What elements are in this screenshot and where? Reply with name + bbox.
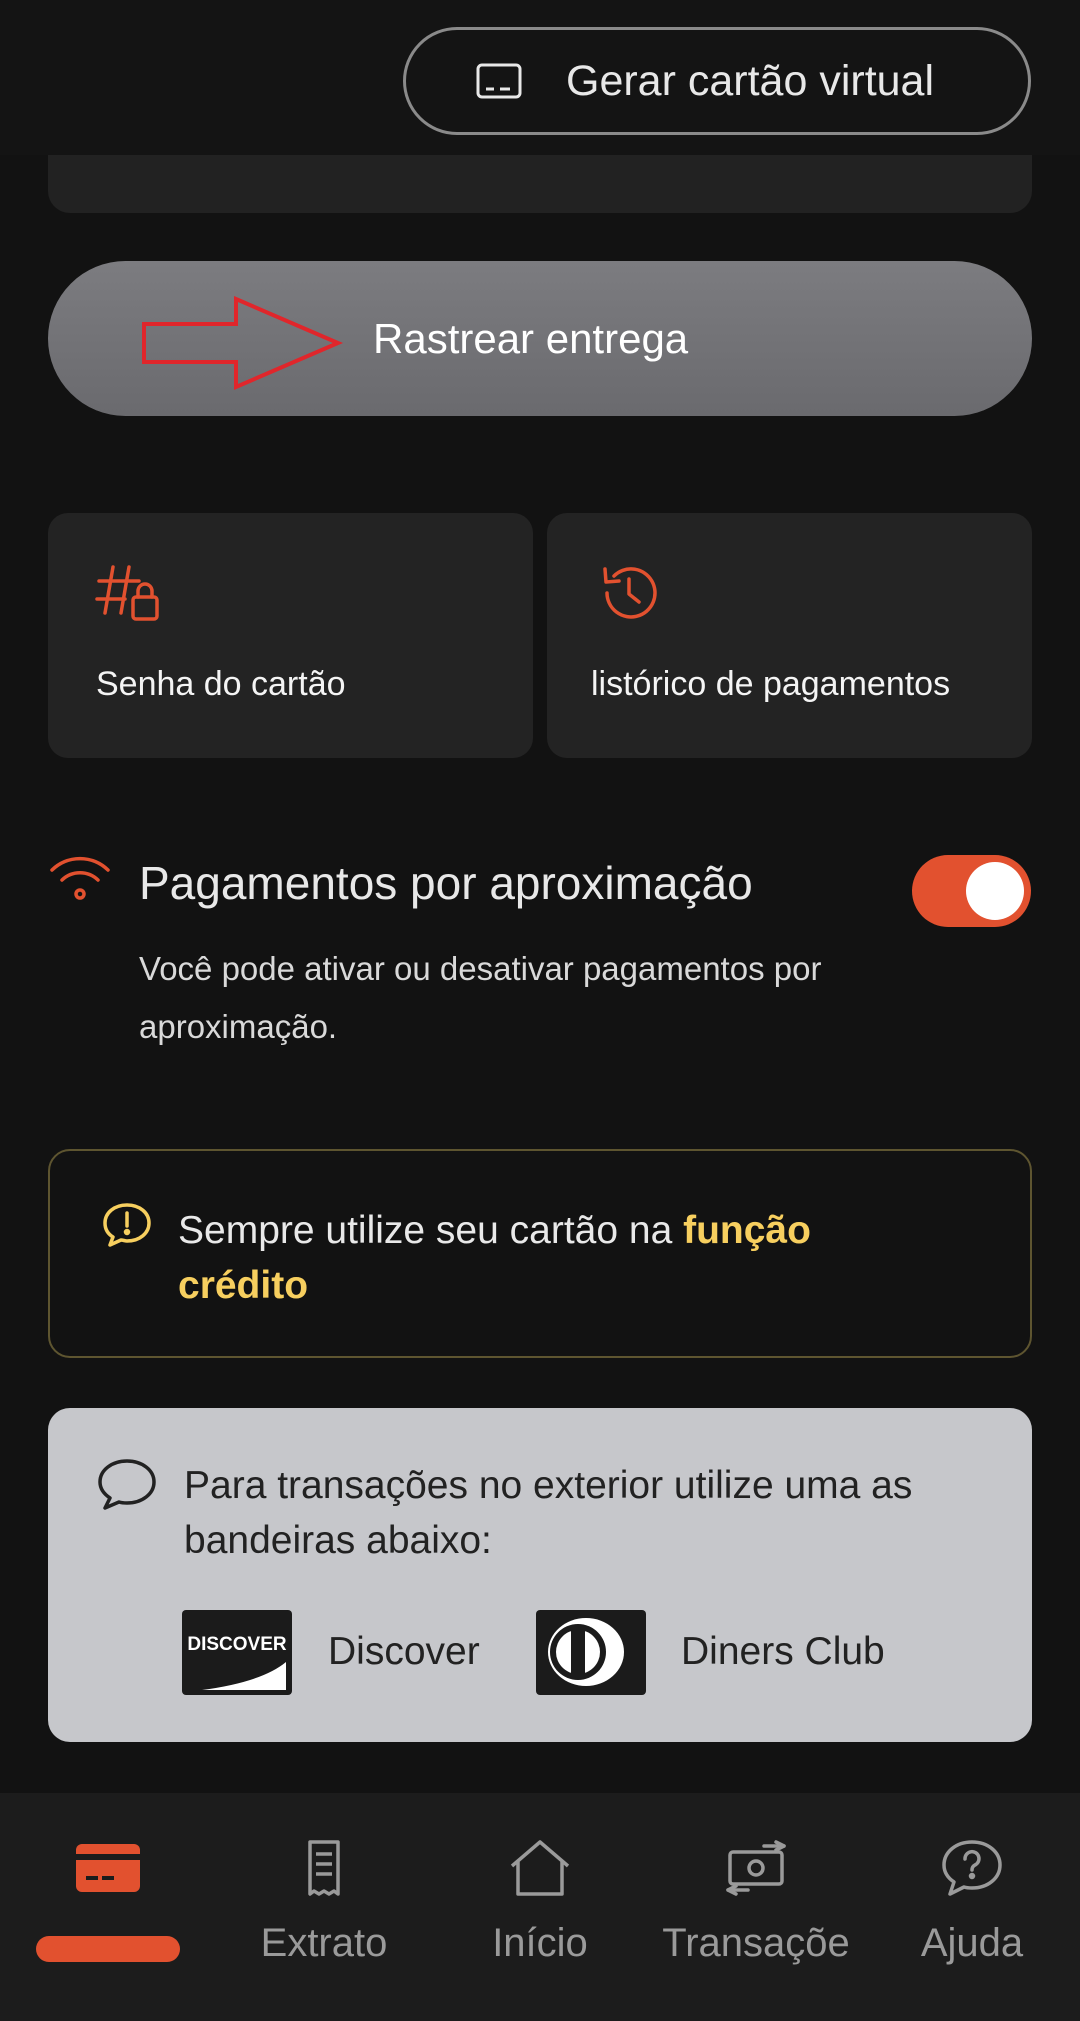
discover-logo: DISCOVER [182,1610,292,1695]
discover-label: Discover [328,1630,480,1673]
money-transfer-icon [726,1840,786,1896]
contactless-description: Você pode ativar ou desativar pagamentos… [139,950,822,1045]
discover-logo-text: DISCOVER [187,1634,287,1655]
nav-label-ajuda: Ajuda [920,1921,1024,1965]
payment-history-tile[interactable]: listórico de pagamentos [547,513,1032,758]
generate-virtual-card-label: Gerar cartão virtual [566,56,935,105]
nav-item-ajuda[interactable]: Ajuda [864,1793,1080,2021]
home-icon [510,1840,570,1896]
bottom-navigation: Extrato Início Transaçõe Ajuda [0,1793,1080,2021]
nav-item-card[interactable] [0,1793,216,2021]
nav-label-transacoes: Transaçõe [662,1921,850,1965]
international-info-text: Para transações no exterior utilize uma … [184,1464,913,1562]
card-icon [76,1844,140,1892]
diners-club-label: Diners Club [681,1630,885,1673]
top-bar: Gerar cartão virtual [0,0,1080,155]
warning-text-prefix: Sempre utilize seu cartão na [178,1209,684,1252]
generate-virtual-card-button[interactable]: Gerar cartão virtual [403,27,1031,135]
diners-club-logo [536,1610,646,1695]
nav-label-extrato: Extrato [260,1921,388,1965]
alert-message-icon [103,1203,151,1247]
nav-item-inicio[interactable]: Início [432,1793,648,2021]
red-arrow-annotation [142,296,344,391]
payment-history-label: listórico de pagamentos [591,665,951,703]
card-password-tile[interactable]: Senha do cartão [48,513,533,758]
card-settings-screen: Gerar cartão virtual Rastrear entrega Se… [0,0,1080,2021]
nav-label-inicio: Início [492,1921,588,1965]
virtual-card-icon [476,63,522,99]
credit-warning-box: Sempre utilize seu cartão na função créd… [48,1149,1032,1358]
receipt-icon [308,1840,340,1896]
active-tab-indicator [36,1936,180,1962]
history-icon [603,567,657,619]
contactless-toggle[interactable] [912,855,1031,927]
international-brands-box: Para transações no exterior utilize uma … [48,1408,1032,1742]
credit-warning-text: Sempre utilize seu cartão na função créd… [178,1203,898,1313]
hash-lock-icon [95,565,159,621]
help-bubble-icon [942,1840,1002,1896]
toggle-knob [966,862,1024,920]
track-delivery-button[interactable]: Rastrear entrega [48,261,1032,416]
track-delivery-label: Rastrear entrega [373,314,689,362]
nav-item-transacoes[interactable]: Transaçõe [648,1793,864,2021]
nav-item-extrato[interactable]: Extrato [216,1793,432,2021]
contactless-title: Pagamentos por aproximação [139,857,753,909]
card-password-label: Senha do cartão [96,665,346,703]
contactless-icon [50,856,110,900]
chat-bubble-icon [98,1459,156,1510]
